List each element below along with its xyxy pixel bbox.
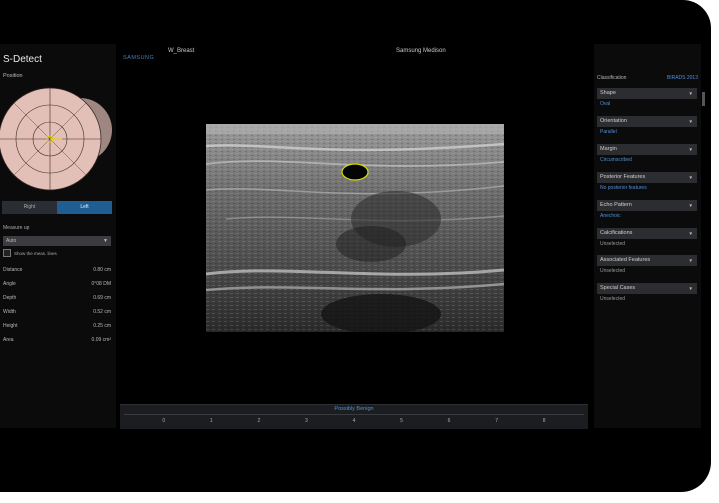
measurement-row: Width 0.52 cm xyxy=(3,305,111,319)
measurement-value: 0.80 cm xyxy=(93,267,111,273)
scale-tick: 0 xyxy=(162,418,166,424)
chevron-down-icon: ▼ xyxy=(688,175,693,180)
chevron-down-icon: ▼ xyxy=(688,231,693,236)
chevron-down-icon: ▼ xyxy=(688,147,693,152)
chevron-down-icon: ▼ xyxy=(688,258,693,263)
scale-tick: 5 xyxy=(400,418,403,424)
measure-dropdown-value: Auto xyxy=(6,238,17,244)
measure-dropdown[interactable]: Auto ▼ xyxy=(3,236,111,246)
measurement-label: Distance xyxy=(3,267,23,273)
classification-header: Classification BIRADS 2013 xyxy=(597,75,698,81)
ultrasound-screen: S-Detect Position Right Left Measure up xyxy=(0,44,711,429)
category-header[interactable]: Echo Pattern ▼ xyxy=(597,200,697,211)
category-header[interactable]: Margin ▼ xyxy=(597,144,697,155)
category-associated-features[interactable]: Associated Features ▼ Unselected xyxy=(597,255,697,277)
brand-logo: SAMSUNG xyxy=(123,55,155,61)
birads-link[interactable]: BIRADS 2013 xyxy=(667,75,698,81)
tab-right[interactable]: Right xyxy=(2,201,57,214)
show-lines-label: Show the meas. lines xyxy=(14,250,57,256)
ultrasound-image[interactable] xyxy=(206,124,504,332)
category-value: Unselected xyxy=(600,268,626,274)
category-name: Calcifications xyxy=(600,230,633,236)
category-name: Orientation xyxy=(600,118,627,124)
chevron-down-icon: ▼ xyxy=(688,119,693,124)
category-posterior-features[interactable]: Posterior Features ▼ No posterior feature… xyxy=(597,172,697,194)
category-header[interactable]: Posterior Features ▼ xyxy=(597,172,697,183)
category-calcifications[interactable]: Calcifications ▼ Unselected xyxy=(597,228,697,250)
measurement-row: Area 0.09 cm² xyxy=(3,333,111,347)
measurement-row: Angle 0°08 DM xyxy=(3,277,111,291)
category-special-cases[interactable]: Special Cases ▼ Unselected xyxy=(597,283,697,305)
left-panel: S-Detect Position Right Left Measure up xyxy=(0,44,116,428)
scale-tick: 1 xyxy=(209,418,213,424)
category-name: Echo Pattern xyxy=(600,202,632,208)
category-name: Special Cases xyxy=(600,285,636,291)
scale-tick: 7 xyxy=(495,418,498,424)
category-orientation[interactable]: Orientation ▼ Parallel xyxy=(597,116,697,138)
category-value: No posterior features xyxy=(600,185,647,191)
scale-numbers: 0 1 2 3 4 5 6 7 8 xyxy=(120,418,588,424)
category-value: Unselected xyxy=(600,241,626,247)
classification-scale-bar: Possibly Benign 0 1 2 3 4 5 6 7 8 xyxy=(120,404,588,429)
chevron-down-icon: ▼ xyxy=(103,238,108,244)
category-margin[interactable]: Margin ▼ Circumscribed xyxy=(597,144,697,166)
category-name: Associated Features xyxy=(600,257,651,263)
scale-track xyxy=(124,414,584,415)
position-label: Position xyxy=(3,73,23,79)
scale-tick: 3 xyxy=(305,418,308,424)
measurement-label: Depth xyxy=(3,295,17,301)
side-tabs: Right Left xyxy=(2,201,112,214)
image-viewport: SAMSUNG W_Breast Samsung Medison Possibl… xyxy=(118,44,590,429)
category-value: Parallel xyxy=(600,129,617,135)
scale-tick: 2 xyxy=(257,418,261,424)
category-header[interactable]: Special Cases ▼ xyxy=(597,283,697,294)
measurement-value: 0.09 cm² xyxy=(91,337,111,343)
scale-tick: 4 xyxy=(352,418,356,424)
category-name: Posterior Features xyxy=(600,174,646,180)
measurement-value: 0°08 DM xyxy=(91,281,111,287)
scale-tick: 8 xyxy=(542,418,546,424)
measurement-value: 0.69 cm xyxy=(93,295,111,301)
scrollbar[interactable] xyxy=(702,92,705,106)
hospital-label: Samsung Medison xyxy=(396,48,446,54)
monitor-frame: S-Detect Position Right Left Measure up xyxy=(0,0,711,492)
measure-label: Measure up xyxy=(3,225,30,231)
app-title: S-Detect xyxy=(3,54,42,65)
breast-position-diagram[interactable] xyxy=(0,82,116,200)
measurement-value: 0.25 cm xyxy=(93,323,111,329)
category-name: Margin xyxy=(600,146,617,152)
measurement-row: Distance 0.80 cm xyxy=(3,263,111,277)
category-header[interactable]: Associated Features ▼ xyxy=(597,255,697,266)
category-header[interactable]: Shape ▼ xyxy=(597,88,697,99)
category-value: Anechoic xyxy=(600,213,621,219)
measurement-row: Depth 0.69 cm xyxy=(3,291,111,305)
category-value: Oval xyxy=(600,101,611,107)
category-echo-pattern[interactable]: Echo Pattern ▼ Anechoic xyxy=(597,200,697,222)
assessment-result: Possibly Benign xyxy=(334,406,374,412)
show-lines-toggle[interactable]: Show the meas. lines xyxy=(3,249,57,257)
measurement-label: Height xyxy=(3,323,18,329)
preset-label: W_Breast xyxy=(168,48,195,54)
checkbox-icon[interactable] xyxy=(3,249,11,257)
tab-left[interactable]: Left xyxy=(57,201,112,214)
measurement-label: Angle xyxy=(3,281,16,287)
measurement-table: Distance 0.80 cm Angle 0°08 DM Depth 0.6… xyxy=(3,263,111,347)
scale-tick: 6 xyxy=(447,418,451,424)
measurement-value: 0.52 cm xyxy=(93,309,111,315)
category-header[interactable]: Calcifications ▼ xyxy=(597,228,697,239)
measurement-label: Width xyxy=(3,309,16,315)
measurement-row: Height 0.25 cm xyxy=(3,319,111,333)
category-name: Shape xyxy=(600,90,616,96)
category-header[interactable]: Orientation ▼ xyxy=(597,116,697,127)
category-value: Unselected xyxy=(600,296,626,302)
classification-panel: Classification BIRADS 2013 Shape ▼ Oval O… xyxy=(594,44,701,428)
chevron-down-icon: ▼ xyxy=(688,91,693,96)
category-shape[interactable]: Shape ▼ Oval xyxy=(597,88,697,110)
chevron-down-icon: ▼ xyxy=(688,203,693,208)
category-value: Circumscribed xyxy=(600,157,632,163)
measurement-label: Area xyxy=(3,337,14,343)
chevron-down-icon: ▼ xyxy=(688,286,693,291)
classification-title: Classification xyxy=(597,75,627,81)
